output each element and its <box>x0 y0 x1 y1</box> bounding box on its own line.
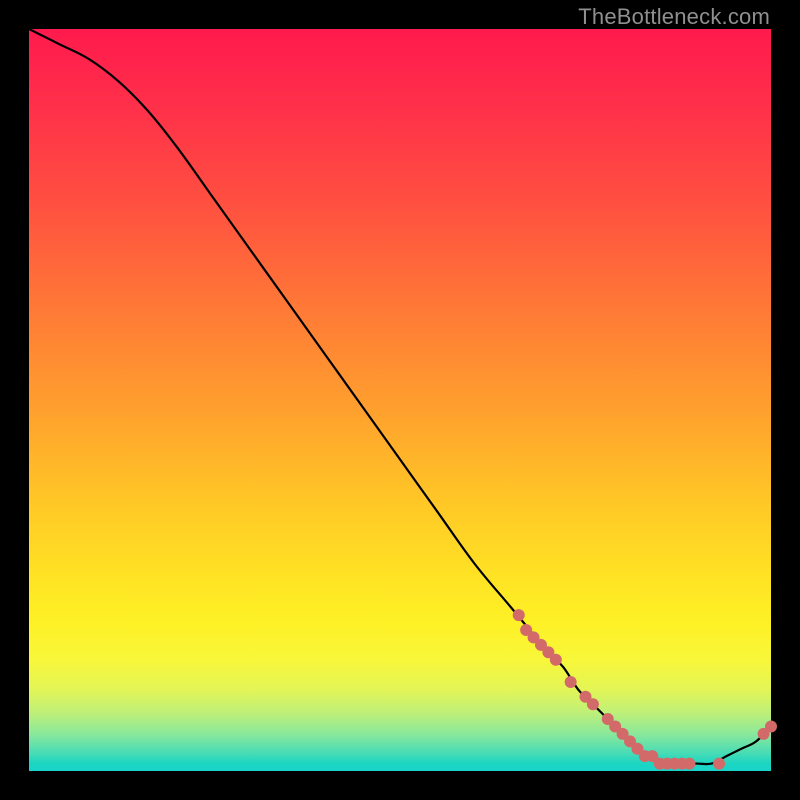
data-marker <box>713 758 725 770</box>
data-marker <box>683 758 695 770</box>
data-marker <box>550 654 562 666</box>
chart-canvas: TheBottleneck.com <box>0 0 800 800</box>
data-marker <box>765 720 777 732</box>
data-marker <box>565 676 577 688</box>
plot-svg-overlay <box>29 29 771 771</box>
marker-group <box>513 609 777 769</box>
data-marker <box>587 698 599 710</box>
data-marker <box>513 609 525 621</box>
bottleneck-curve <box>29 29 771 764</box>
watermark-text: TheBottleneck.com <box>578 4 770 30</box>
